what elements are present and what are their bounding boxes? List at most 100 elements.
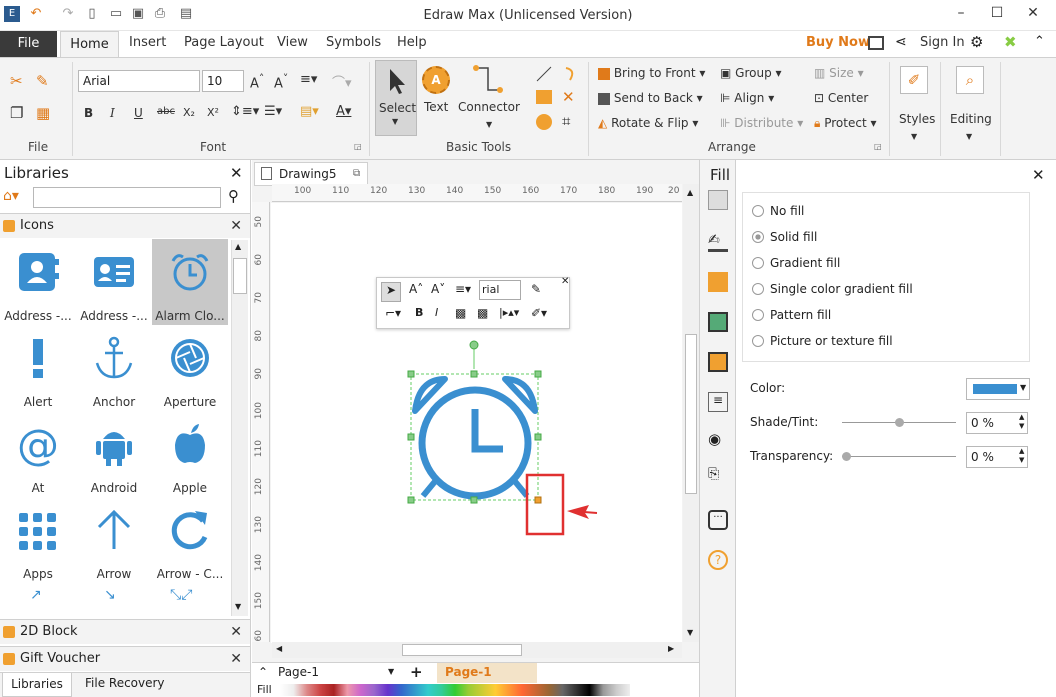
underline-icon[interactable]: U: [134, 106, 143, 120]
save-icon[interactable]: ▣: [130, 6, 146, 22]
group-button[interactable]: ▣ Group ▾: [720, 66, 782, 80]
connector-icon[interactable]: [470, 64, 506, 96]
size-button[interactable]: ▥ Size ▾: [814, 66, 864, 80]
scroll-thumb[interactable]: [402, 644, 522, 656]
resize-handle[interactable]: [470, 370, 478, 378]
text-tool-label[interactable]: Text: [424, 100, 448, 114]
sign-in-link[interactable]: Sign In: [920, 35, 965, 50]
brush-icon[interactable]: ✎: [36, 72, 49, 90]
chevron-down-icon[interactable]: ▼: [486, 120, 492, 129]
scroll-thumb[interactable]: [233, 258, 247, 294]
document-tab[interactable]: Drawing5 ⧉: [254, 162, 368, 186]
icons-library-header[interactable]: Icons ✕: [0, 213, 250, 238]
grow-font-icon[interactable]: A˄: [250, 72, 264, 91]
layer-icon[interactable]: [708, 352, 728, 372]
copy-icon[interactable]: ❐: [10, 104, 23, 122]
grow-font-icon[interactable]: A˄: [409, 282, 423, 296]
radio-button[interactable]: [752, 205, 764, 217]
center-button[interactable]: ⊡ Center: [814, 91, 868, 105]
rectangle-icon[interactable]: [536, 90, 552, 104]
library-item-arrow-circular[interactable]: Arrow - C...: [152, 497, 228, 583]
horizontal-scrollbar[interactable]: ◀ ▶: [272, 642, 682, 658]
close-icon[interactable]: ✕: [230, 164, 243, 182]
connector-icon[interactable]: ⌐▾: [385, 306, 401, 320]
2d-block-library-header[interactable]: 2D Block ✕: [0, 619, 250, 644]
distribute-button[interactable]: ⊪ Distribute ▾: [720, 116, 803, 130]
align-text-icon[interactable]: ≡▾: [300, 72, 317, 87]
maximize-button[interactable]: ☐: [982, 2, 1012, 24]
font-dialog-launcher-icon[interactable]: ◲: [354, 142, 362, 151]
tab-file-recovery[interactable]: File Recovery: [85, 676, 165, 690]
resize-handle[interactable]: [407, 433, 415, 441]
text-tool-icon[interactable]: A: [422, 66, 450, 94]
transparency-input[interactable]: 0 % ▲ ▼: [966, 446, 1028, 468]
tab-home[interactable]: Home: [60, 31, 119, 58]
shadow-icon[interactable]: [708, 272, 728, 292]
line-icon[interactable]: [536, 66, 552, 82]
resize-handle[interactable]: [407, 370, 415, 378]
file-menu[interactable]: File: [0, 31, 57, 57]
home-icon[interactable]: ⌂▾: [3, 188, 19, 204]
scroll-thumb[interactable]: [685, 334, 697, 494]
library-item-alarm-clock[interactable]: Alarm Clo...: [152, 239, 228, 325]
italic-icon[interactable]: I: [435, 306, 438, 319]
gift-voucher-library-header[interactable]: Gift Voucher ✕: [0, 646, 250, 671]
cross-icon[interactable]: ✕: [562, 88, 575, 106]
fill-option-gradient-fill[interactable]: Gradient fill: [752, 256, 840, 270]
editing-icon[interactable]: ⌕: [956, 66, 984, 94]
send-to-back-button[interactable]: Send to Back ▾: [598, 91, 703, 105]
tab-page-layout[interactable]: Page Layout: [184, 35, 264, 50]
share-icon[interactable]: ⋖: [895, 34, 907, 50]
chevron-down-icon[interactable]: ▼: [966, 132, 972, 141]
print-icon[interactable]: ⎙: [152, 6, 168, 22]
brush-icon[interactable]: ✎: [531, 282, 541, 296]
page-tab[interactable]: Page-1: [437, 663, 537, 683]
arc-icon[interactable]: [562, 66, 578, 82]
attachment-icon[interactable]: ⎘: [708, 466, 728, 486]
close-icon[interactable]: ✕: [230, 620, 242, 644]
cart-icon[interactable]: [868, 36, 884, 50]
help-icon[interactable]: ?: [708, 550, 728, 570]
scroll-down-icon[interactable]: ▼: [235, 602, 241, 611]
radio-button[interactable]: [752, 257, 764, 269]
close-icon[interactable]: ✕: [561, 276, 569, 287]
library-item-at[interactable]: @ At: [0, 411, 76, 497]
resize-handle[interactable]: [534, 433, 542, 441]
font-size-select[interactable]: 10: [202, 70, 244, 92]
connector-label[interactable]: Connector: [458, 100, 520, 114]
bring-to-front-icon[interactable]: ▩: [455, 306, 466, 320]
style-icon[interactable]: ✐▾: [531, 306, 547, 320]
close-icon[interactable]: ✕: [230, 214, 242, 238]
scroll-down-icon[interactable]: ▼: [687, 628, 693, 637]
font-name-select[interactable]: rial: [479, 280, 521, 300]
close-window-button[interactable]: ✕: [1018, 2, 1048, 24]
tab-symbols[interactable]: Symbols: [326, 35, 381, 50]
protect-button[interactable]: 🔒︎ Protect ▾: [814, 116, 877, 131]
tab-view[interactable]: View: [277, 35, 308, 50]
crop-icon[interactable]: ⌗: [562, 112, 570, 130]
apps-icon[interactable]: ✖: [1004, 33, 1017, 51]
radio-button[interactable]: [752, 335, 764, 347]
fill-option-solid-fill[interactable]: Solid fill: [752, 230, 817, 244]
curve-icon[interactable]: ⌒▾: [332, 72, 352, 91]
tab-libraries[interactable]: Libraries: [2, 673, 72, 697]
radio-button-selected[interactable]: [752, 231, 764, 243]
send-to-back-icon[interactable]: ▩: [477, 306, 488, 320]
search-icon[interactable]: ⚲: [228, 187, 239, 205]
new-icon[interactable]: ▯: [84, 6, 100, 22]
minimize-button[interactable]: –: [946, 2, 976, 24]
library-item-anchor[interactable]: Anchor: [76, 325, 152, 411]
arrange-dialog-launcher-icon[interactable]: ◲: [874, 142, 882, 151]
close-icon[interactable]: ✕: [1032, 166, 1045, 184]
rotation-handle[interactable]: [469, 340, 479, 350]
library-item-alert[interactable]: Alert: [0, 325, 76, 411]
close-tab-icon[interactable]: ⧉: [353, 163, 360, 185]
superscript-icon[interactable]: X²: [207, 106, 219, 119]
library-item-address-list[interactable]: Address -...: [76, 239, 152, 325]
shade-input[interactable]: 0 % ▲ ▼: [966, 412, 1028, 434]
library-item-arrow[interactable]: Arrow: [76, 497, 152, 583]
fill-option-single-color-gradient[interactable]: Single color gradient fill: [752, 282, 913, 296]
subscript-icon[interactable]: X₂: [183, 106, 195, 119]
distribute-icon[interactable]: |▸▴▾: [499, 306, 519, 319]
page-properties-icon[interactable]: ≡: [708, 392, 728, 412]
